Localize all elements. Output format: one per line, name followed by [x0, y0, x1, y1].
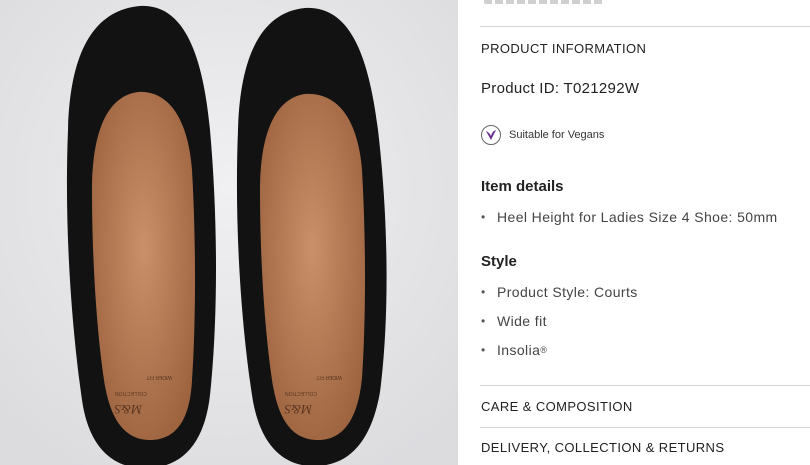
cropped-text-fragment: [484, 0, 604, 4]
product-info-panel: PRODUCT INFORMATION Product ID: T021292W…: [458, 0, 810, 465]
divider: [480, 427, 810, 428]
bullet-dot-icon: •: [481, 210, 486, 224]
registered-mark: ®: [540, 345, 548, 355]
left-shoe: M&S COLLECTION WIDER FIT: [66, 5, 216, 465]
product-id: Product ID: T021292W: [481, 80, 640, 97]
list-item: • Insolia ®: [481, 342, 548, 358]
vegan-label: Suitable for Vegans: [509, 129, 605, 141]
delivery-returns-accordion[interactable]: DELIVERY, COLLECTION & RETURNS: [481, 440, 724, 455]
product-image: M&S COLLECTION WIDER FIT M&S COLLECTION …: [0, 0, 458, 465]
right-shoe: M&S COLLECTION WIDER FIT: [236, 7, 387, 465]
care-composition-accordion[interactable]: CARE & COMPOSITION: [481, 399, 633, 414]
left-insole-fit: WIDER FIT: [146, 374, 172, 380]
bullet-dot-icon: •: [481, 285, 486, 299]
item-details-list: • Heel Height for Ladies Size 4 Shoe: 50…: [481, 208, 778, 237]
divider: [480, 385, 810, 386]
style-list: • Product Style: Courts • Wide fit • Ins…: [481, 283, 638, 370]
shoe-pair-illustration: M&S COLLECTION WIDER FIT M&S COLLECTION …: [0, 0, 458, 465]
bullet-dot-icon: •: [481, 343, 486, 357]
bullet-dot-icon: •: [481, 314, 486, 328]
list-item: • Wide fit: [481, 313, 547, 329]
product-information-heading[interactable]: PRODUCT INFORMATION: [481, 41, 646, 56]
style-heading: Style: [481, 253, 517, 270]
left-insole-brand: M&S: [114, 402, 143, 417]
item-details-heading: Item details: [481, 178, 564, 195]
vegan-indicator: Suitable for Vegans: [481, 125, 604, 145]
vegan-badge-icon: [481, 125, 501, 145]
list-item: • Product Style: Courts: [481, 284, 638, 300]
left-insole-collection: COLLECTION: [115, 390, 147, 396]
right-insole-fit: WIDER FIT: [316, 374, 342, 380]
list-item: • Heel Height for Ladies Size 4 Shoe: 50…: [481, 209, 778, 225]
divider: [480, 26, 810, 27]
right-insole-collection: COLLECTION: [285, 390, 317, 396]
right-insole-brand: M&S: [284, 402, 313, 417]
